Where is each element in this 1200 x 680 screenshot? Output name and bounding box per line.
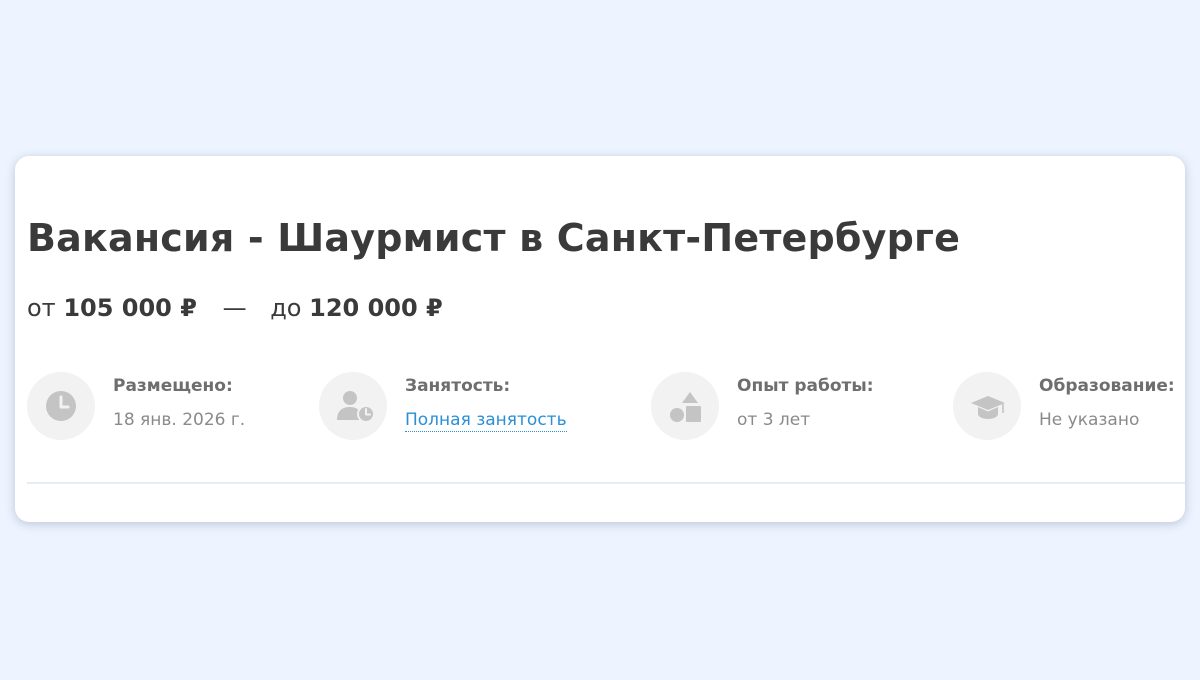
salary-range: от 105 000 ₽ — до 120 000 ₽ <box>27 294 443 322</box>
card-divider <box>27 482 1185 484</box>
info-posted: Размещено: 18 янв. 2026 г. <box>27 372 287 442</box>
salary-to-prefix: до <box>270 294 302 322</box>
info-education-value: Не указано <box>1039 410 1140 430</box>
info-posted-label: Размещено: <box>113 376 233 396</box>
info-experience-value: от 3 лет <box>737 410 811 430</box>
info-education-label: Образование: <box>1039 376 1175 396</box>
vacancy-card: Вакансия - Шаурмист в Санкт-Петербурге о… <box>15 156 1185 522</box>
salary-to-amount: 120 000 ₽ <box>309 294 443 322</box>
page-title: Вакансия - Шаурмист в Санкт-Петербурге <box>27 216 961 260</box>
info-experience: Опыт работы: от 3 лет <box>651 372 931 442</box>
graduation-cap-icon <box>953 372 1021 440</box>
info-employment: Занятость: Полная занятость <box>319 372 619 442</box>
clock-icon <box>27 372 95 440</box>
info-education: Образование: Не указано <box>953 372 1183 442</box>
salary-separator: — <box>222 294 247 322</box>
info-posted-value: 18 янв. 2026 г. <box>113 410 246 430</box>
salary-from-amount: 105 000 ₽ <box>63 294 197 322</box>
info-employment-label: Занятость: <box>405 376 511 396</box>
employment-type-link[interactable]: Полная занятость <box>405 410 567 432</box>
salary-from-prefix: от <box>27 294 56 322</box>
shapes-icon <box>651 372 719 440</box>
info-experience-label: Опыт работы: <box>737 376 874 396</box>
person-clock-icon <box>319 372 387 440</box>
